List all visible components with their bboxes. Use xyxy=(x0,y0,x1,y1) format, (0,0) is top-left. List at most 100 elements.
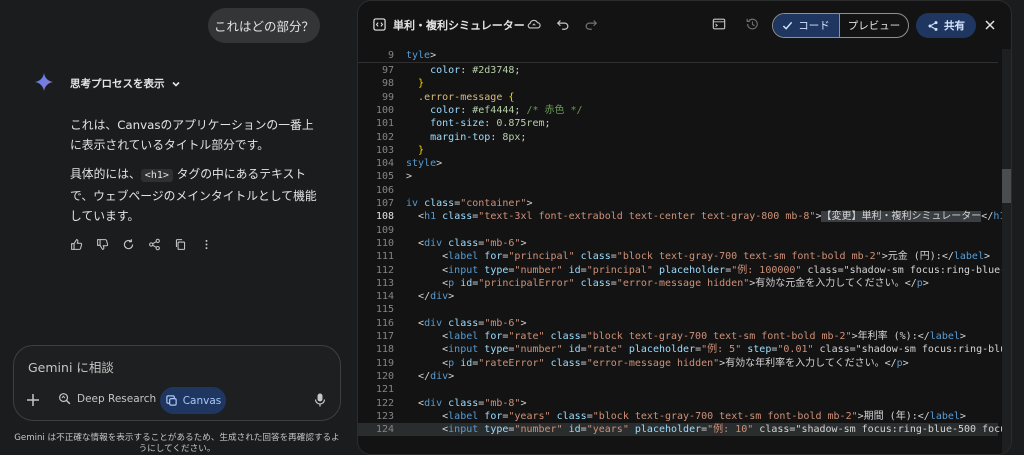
line-number: 104 xyxy=(375,158,394,170)
deep-research-button[interactable]: Deep Research xyxy=(58,392,156,405)
preview-label: プレビュー xyxy=(847,20,901,32)
code-view-label: コード xyxy=(798,20,830,32)
response-actions xyxy=(70,238,213,251)
line-number: 102 xyxy=(375,131,394,143)
chat-panel: これはどの部分？ 思考プロセスを表示 これは、Canvasのアプリケーションの一… xyxy=(0,0,355,455)
code-line: 114 </div> xyxy=(358,290,998,303)
canvas-header: 単利・複利シミュレーター コード プレビュー 共有 xyxy=(358,1,1011,49)
code-line: 108 <h1 class="text-3xl font-extrabold t… xyxy=(358,210,1011,223)
line-number: 116 xyxy=(375,317,394,329)
add-icon[interactable] xyxy=(26,393,40,407)
code-line: 119 <p id="rateError" class="error-messa… xyxy=(358,357,998,370)
canvas-panel: 単利・複利シミュレーター コード プレビュー 共有 9 tyle> 97 col… xyxy=(357,0,1012,455)
microphone-icon[interactable] xyxy=(314,393,326,407)
code-line: 115 xyxy=(358,303,998,316)
line-number: 111 xyxy=(375,251,394,263)
response-text-2: 具体的には、 <h1> タグの中にあるテキストで、ウェブページのメインタイトルとし… xyxy=(70,164,320,226)
share-button[interactable]: 共有 xyxy=(916,13,976,38)
code-line: 123 <label for="years" class="block text… xyxy=(358,410,998,423)
canvas-icon xyxy=(165,395,177,406)
code-line: 120 </div> xyxy=(358,370,998,383)
user-message-bubble: これはどの部分？ xyxy=(208,8,320,43)
regenerate-icon[interactable] xyxy=(122,238,135,251)
line-number: 121 xyxy=(375,384,394,396)
scrollbar-thumb[interactable] xyxy=(1002,169,1011,203)
disclaimer-text: Gemini は不正確な情報を表示することがあるため、生成された回答を再確認する… xyxy=(14,433,340,454)
share-icon[interactable] xyxy=(148,238,161,251)
code-line: 9 tyle> xyxy=(358,49,998,62)
code-file-icon xyxy=(373,18,386,31)
line-number: 109 xyxy=(375,224,394,236)
copy-icon[interactable] xyxy=(174,238,187,251)
check-icon xyxy=(783,21,793,30)
line-number: 103 xyxy=(375,144,394,156)
more-vert-icon[interactable] xyxy=(200,238,213,251)
share-icon xyxy=(928,20,938,31)
line-number: 97 xyxy=(381,65,394,76)
console-icon[interactable] xyxy=(712,17,726,31)
code-line: 103 } xyxy=(358,144,998,157)
thinking-label: 思考プロセスを表示 xyxy=(70,78,165,90)
chevron-down-icon xyxy=(171,81,180,87)
line-number: 124 xyxy=(375,424,394,436)
code-editor[interactable]: 9 tyle> 97 color: #2d3748; 98 } 99 .error-m… xyxy=(358,49,1011,454)
line-number: 120 xyxy=(375,370,394,382)
code-line: 124 <input type="number" id="years" plac… xyxy=(358,423,1011,437)
inline-code-h1: <h1> xyxy=(140,169,173,182)
preview-button[interactable]: プレビュー xyxy=(840,14,908,37)
prompt-input-placeholder[interactable]: Gemini に相談 xyxy=(28,357,114,376)
code-line: 106 xyxy=(358,184,998,197)
line-number: 106 xyxy=(375,184,394,196)
line-number: 9 xyxy=(387,50,394,61)
line-number: 110 xyxy=(375,237,394,249)
editor-scrollbar[interactable] xyxy=(1002,49,1011,454)
code-line: 107 iv class="container"> xyxy=(358,197,998,210)
code-line: 102 margin-top: 8px; xyxy=(358,131,998,144)
redo-icon[interactable] xyxy=(584,17,598,31)
code-line: 111 <label for="principal" class="block … xyxy=(358,250,998,263)
view-toggle: コード プレビュー xyxy=(772,13,909,38)
line-number: 99 xyxy=(381,91,394,103)
thumbs-up-icon[interactable] xyxy=(70,238,83,251)
code-line: 113 <p id="principalError" class="error-… xyxy=(358,277,998,290)
share-label: 共有 xyxy=(944,20,965,32)
line-number: 101 xyxy=(375,118,394,130)
show-thinking-toggle[interactable]: 思考プロセスを表示 xyxy=(70,76,181,91)
code-line: 101 font-size: 0.875rem; xyxy=(358,117,998,130)
code-line: 122 <div class="mb-8"> xyxy=(358,397,998,410)
code-line: 118 <input type="number" id="rate" place… xyxy=(358,343,1011,356)
line-number: 118 xyxy=(375,344,394,356)
line-number: 123 xyxy=(375,410,394,422)
code-view-button[interactable]: コード xyxy=(773,14,840,37)
line-number: 115 xyxy=(375,304,394,316)
history-icon[interactable] xyxy=(745,17,759,31)
line-number: 114 xyxy=(375,291,394,303)
canvas-chip[interactable]: Canvas xyxy=(160,387,226,414)
undo-icon[interactable] xyxy=(556,17,570,31)
thumbs-down-icon[interactable] xyxy=(96,238,109,251)
response-text-1: これは、Canvasのアプリケーションの一番上に表示されているタイトル部分です。 xyxy=(70,118,314,152)
gemini-spark-icon xyxy=(34,72,54,92)
deep-research-label: Deep Research xyxy=(77,392,157,405)
code-line: 112 <input type="number" id="principal" … xyxy=(358,264,1011,277)
line-number: 112 xyxy=(375,264,394,276)
response-paragraph-2: 具体的には、 <h1> タグの中にあるテキストで、ウェブページのメインタイトルとし… xyxy=(70,164,320,226)
line-number: 100 xyxy=(375,104,394,116)
code-line: 116 <div class="mb-6"> xyxy=(358,317,998,330)
code-line: 110 <div class="mb-6"> xyxy=(358,237,998,250)
close-icon[interactable] xyxy=(984,19,996,31)
canvas-chip-label: Canvas xyxy=(182,394,222,407)
line-number: 98 xyxy=(381,78,394,90)
deep-research-icon xyxy=(59,393,71,405)
line-number: 119 xyxy=(375,357,394,369)
line-number: 122 xyxy=(375,397,394,409)
cloud-sync-icon[interactable] xyxy=(527,17,541,31)
code-line: 100 color: #ef4444; /* 赤色 */ xyxy=(358,104,998,117)
code-line: 105 > xyxy=(358,170,998,183)
code-line: 97 color: #2d3748; xyxy=(358,64,998,77)
line-number: 117 xyxy=(375,331,394,342)
code-line: 109 xyxy=(358,224,998,237)
app-window: これはどの部分？ 思考プロセスを表示 これは、Canvasのアプリケーションの一… xyxy=(0,0,1024,455)
line-number: 107 xyxy=(375,198,394,209)
canvas-title: 単利・複利シミュレーター xyxy=(393,19,525,32)
